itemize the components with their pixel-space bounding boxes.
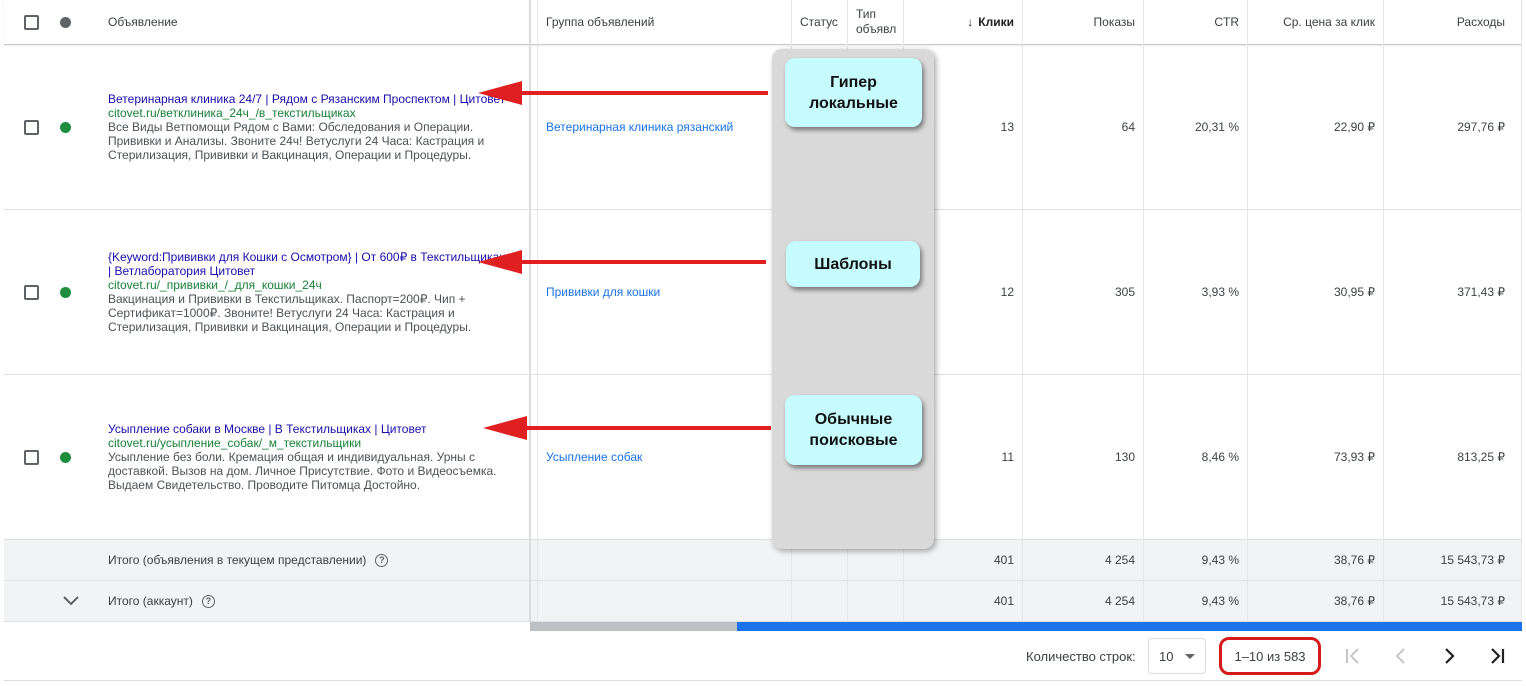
- last-page-button[interactable]: [1481, 640, 1513, 672]
- callout-regular: Обычные поисковые: [785, 395, 922, 465]
- page-range: 1–10 из 583: [1219, 637, 1321, 675]
- callout-hyperlocal: Гипер локальные: [785, 58, 922, 127]
- dropdown-caret-icon: [1185, 654, 1195, 659]
- rows-per-page-select[interactable]: 10: [1148, 638, 1206, 674]
- last-page-icon: [1491, 648, 1505, 664]
- annotation-arrows: [478, 81, 771, 440]
- chevron-left-icon: [1395, 648, 1405, 664]
- first-page-button[interactable]: [1337, 640, 1369, 672]
- scrollbar-thumb[interactable]: [530, 622, 737, 631]
- next-page-button[interactable]: [1433, 640, 1465, 672]
- first-page-icon: [1346, 648, 1359, 664]
- prev-page-button[interactable]: [1385, 640, 1417, 672]
- footer-divider: [4, 680, 1522, 681]
- chevron-right-icon: [1445, 648, 1455, 664]
- rows-per-page-value: 10: [1159, 648, 1174, 664]
- callout-templates: Шаблоны: [786, 241, 920, 287]
- rows-per-page-label: Количество строк:: [1026, 649, 1136, 664]
